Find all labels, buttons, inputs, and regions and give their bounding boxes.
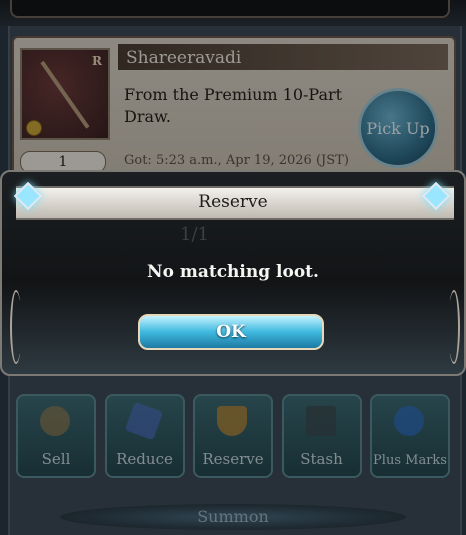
page-indicator: 1/1 <box>180 224 209 245</box>
reserve-dialog: Reserve No matching loot. OK <box>0 170 466 376</box>
vine-ornament-left <box>10 290 22 364</box>
ok-button[interactable]: OK <box>138 314 324 350</box>
vine-ornament-right <box>448 290 460 364</box>
dialog-message: No matching loot. <box>147 262 319 282</box>
dialog-title: Reserve <box>198 192 268 212</box>
